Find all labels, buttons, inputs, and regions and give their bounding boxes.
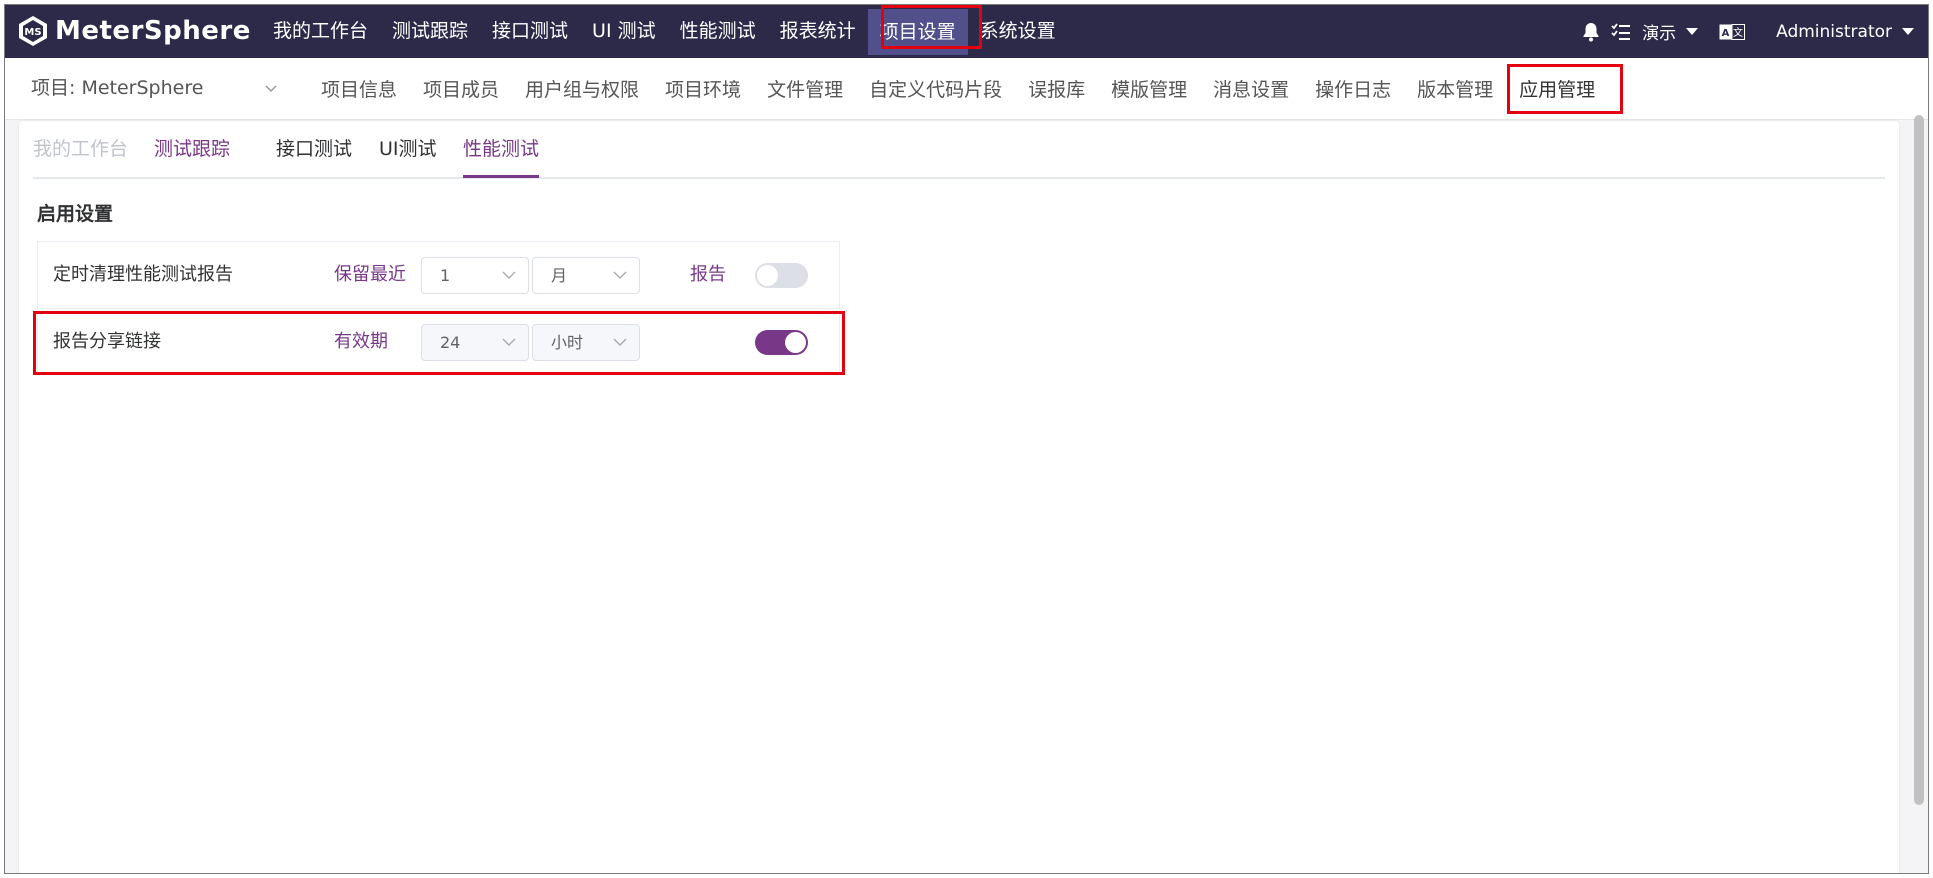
subnav-user-groups[interactable]: 用户组与权限 bbox=[512, 75, 652, 102]
project-selector[interactable]: 项目: MeterSphere bbox=[31, 58, 203, 119]
select-value: 月 bbox=[551, 266, 568, 285]
chevron-down-icon bbox=[502, 271, 516, 279]
retention-unit-select[interactable]: 月 bbox=[532, 257, 640, 294]
subnav-versions[interactable]: 版本管理 bbox=[1404, 75, 1506, 102]
tab-api-test[interactable]: 接口测试 bbox=[276, 121, 352, 177]
switch-knob bbox=[757, 265, 778, 286]
settings-table: 定时清理性能测试报告 保留最近 1 月 报告 报告分享链接 有效期 24 小时 bbox=[37, 241, 840, 375]
select-value: 1 bbox=[440, 266, 451, 285]
metersphere-logo-icon: MS bbox=[19, 16, 47, 46]
tab-workbench[interactable]: 我的工作台 bbox=[33, 121, 128, 177]
section-title: 启用设置 bbox=[37, 203, 114, 225]
chevron-down-icon bbox=[613, 338, 627, 346]
subnav-operation-log[interactable]: 操作日志 bbox=[1302, 75, 1404, 102]
topnav-performance[interactable]: 性能测试 bbox=[668, 5, 768, 58]
setting-row-share-link: 报告分享链接 有效期 24 小时 bbox=[38, 309, 839, 375]
subnav-messages[interactable]: 消息设置 bbox=[1200, 75, 1302, 102]
svg-text:文: 文 bbox=[1733, 26, 1743, 39]
user-chevron-down-icon[interactable] bbox=[1902, 28, 1914, 35]
validity-number-select[interactable]: 24 bbox=[421, 324, 529, 361]
project-subnav-bar: 项目: MeterSphere 项目信息 项目成员 用户组与权限 项目环境 文件… bbox=[5, 58, 1928, 120]
setting-right-label: 报告 bbox=[690, 264, 726, 285]
module-tabs: 我的工作台 测试跟踪 接口测试 UI测试 性能测试 bbox=[33, 121, 1885, 179]
subnav-code-snippets[interactable]: 自定义代码片段 bbox=[856, 75, 1015, 102]
task-list-icon[interactable] bbox=[1610, 21, 1632, 43]
chevron-down-icon bbox=[613, 271, 627, 279]
topnav-track[interactable]: 测试跟踪 bbox=[380, 5, 480, 58]
brand-name: MeterSphere bbox=[55, 16, 251, 46]
top-nav: 我的工作台 测试跟踪 接口测试 UI 测试 性能测试 报表统计 项目设置 系统设… bbox=[261, 5, 1068, 58]
project-subnav: 项目信息 项目成员 用户组与权限 项目环境 文件管理 自定义代码片段 误报库 模… bbox=[308, 58, 1608, 119]
topnav-workbench[interactable]: 我的工作台 bbox=[261, 5, 380, 58]
subnav-project-info[interactable]: 项目信息 bbox=[308, 75, 410, 102]
language-icon[interactable]: A文 bbox=[1718, 21, 1746, 43]
share-link-toggle-switch[interactable] bbox=[755, 330, 808, 355]
validity-unit-select[interactable]: 小时 bbox=[532, 324, 640, 361]
topnav-report[interactable]: 报表统计 bbox=[768, 5, 868, 58]
setting-sublabel: 保留最近 bbox=[334, 264, 406, 285]
app-management-panel: 我的工作台 测试跟踪 接口测试 UI测试 性能测试 启用设置 定时清理性能测试报… bbox=[19, 121, 1899, 873]
svg-text:MS: MS bbox=[24, 27, 41, 38]
chevron-down-icon bbox=[502, 338, 516, 346]
subnav-templates[interactable]: 模版管理 bbox=[1098, 75, 1200, 102]
topnav-api[interactable]: 接口测试 bbox=[480, 5, 580, 58]
setting-row-cleanup: 定时清理性能测试报告 保留最近 1 月 报告 bbox=[38, 242, 839, 309]
topnav-project-settings[interactable]: 项目设置 bbox=[867, 8, 968, 55]
user-menu[interactable]: Administrator bbox=[1776, 22, 1892, 42]
subnav-project-members[interactable]: 项目成员 bbox=[410, 75, 512, 102]
bell-icon[interactable] bbox=[1580, 21, 1602, 43]
subnav-environments[interactable]: 项目环境 bbox=[652, 75, 754, 102]
project-chevron-down-icon[interactable] bbox=[265, 82, 277, 94]
tab-performance-test[interactable]: 性能测试 bbox=[463, 121, 539, 177]
subnav-false-positives[interactable]: 误报库 bbox=[1015, 75, 1098, 102]
switch-knob bbox=[785, 332, 806, 353]
header-actions: 演示 A文 Administrator bbox=[1576, 5, 1928, 58]
cleanup-toggle-switch[interactable] bbox=[755, 263, 808, 288]
chevron-down-icon[interactable] bbox=[1686, 28, 1699, 35]
tab-ui-test[interactable]: UI测试 bbox=[379, 121, 437, 177]
workspace-switcher[interactable]: 演示 bbox=[1642, 19, 1676, 44]
svg-text:A: A bbox=[1722, 28, 1730, 39]
setting-label: 定时清理性能测试报告 bbox=[53, 264, 233, 285]
setting-sublabel: 有效期 bbox=[334, 331, 388, 352]
topnav-system-settings[interactable]: 系统设置 bbox=[968, 5, 1068, 58]
topnav-ui[interactable]: UI 测试 bbox=[580, 5, 668, 58]
select-value: 24 bbox=[440, 333, 461, 352]
app-window: MS MeterSphere 我的工作台 测试跟踪 接口测试 UI 测试 性能测… bbox=[4, 4, 1929, 874]
top-header: MS MeterSphere 我的工作台 测试跟踪 接口测试 UI 测试 性能测… bbox=[5, 5, 1928, 58]
vertical-scrollbar[interactable] bbox=[1914, 115, 1924, 805]
brand-logo[interactable]: MS MeterSphere bbox=[17, 12, 251, 50]
tab-test-track[interactable]: 测试跟踪 bbox=[154, 121, 230, 177]
subnav-app-management[interactable]: 应用管理 bbox=[1506, 75, 1608, 102]
setting-label: 报告分享链接 bbox=[53, 331, 161, 352]
select-value: 小时 bbox=[551, 333, 584, 352]
retention-number-select[interactable]: 1 bbox=[421, 257, 529, 294]
active-tab-indicator bbox=[463, 175, 539, 178]
subnav-file-management[interactable]: 文件管理 bbox=[754, 75, 856, 102]
